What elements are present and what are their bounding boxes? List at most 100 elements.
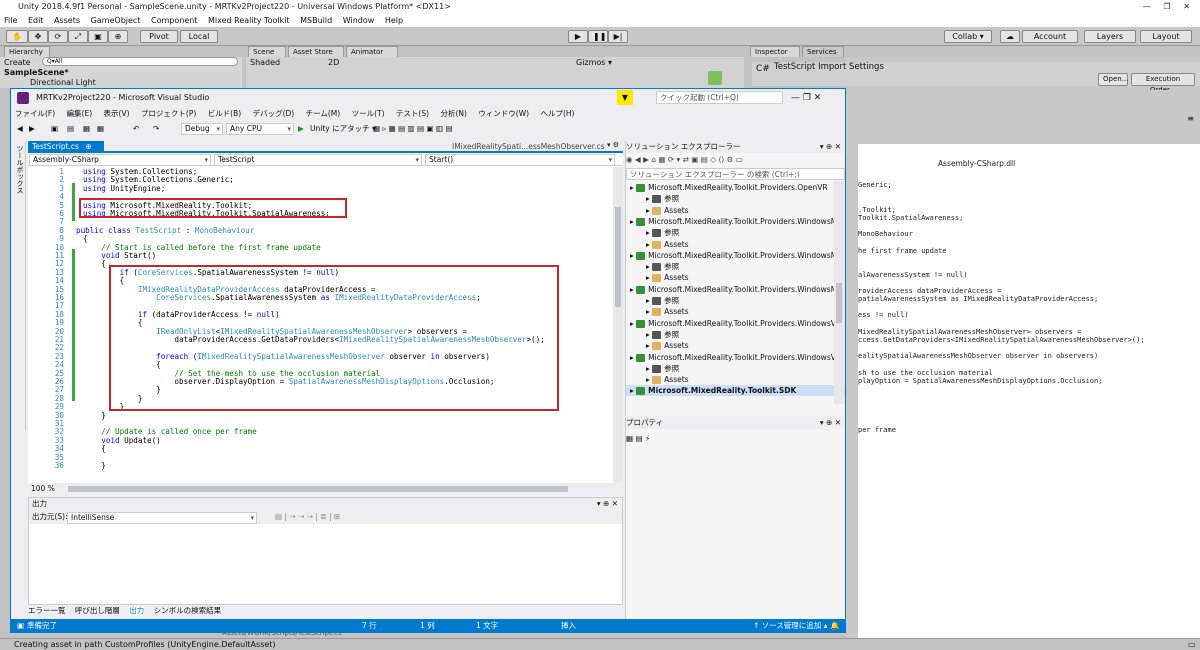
play-icon[interactable]: ▶: [568, 30, 588, 43]
output-tool-icons[interactable]: ▤ | ⇢ ⇢ ⇢ | ≣ | ⊞: [275, 510, 340, 524]
vs-menu-file[interactable]: ファイル(F): [15, 109, 55, 118]
se-references-item[interactable]: ▸ 参照: [626, 329, 845, 340]
directional-light-item[interactable]: Directional Light: [30, 78, 96, 87]
quick-launch[interactable]: クイック起動 (Ctrl+Q): [656, 91, 783, 104]
code-area[interactable]: 1 2 3 4 5 6 7 8 9 10 11 12 13 14 15 16 17 18 19 20 21 22 23 24 2…: [28, 167, 613, 483]
window-controls[interactable]: — ❐ ✕: [1143, 0, 1190, 14]
hierarchy-search[interactable]: Q▾All: [42, 57, 238, 66]
save-icon[interactable]: ▦: [83, 121, 90, 137]
scale-tool-icon[interactable]: ⤢: [68, 30, 88, 43]
feedback-icon[interactable]: ▼: [617, 90, 633, 105]
gizmos-dropdown[interactable]: Gizmos ▾: [576, 58, 612, 67]
se-references-item[interactable]: ▸ 参照: [626, 193, 845, 204]
hierarchy-tab[interactable]: Hierarchy: [4, 46, 50, 57]
layout-dropdown[interactable]: Layout: [1140, 30, 1192, 43]
member-dropdown[interactable]: Start(): [425, 154, 615, 166]
menu-window[interactable]: Window: [343, 16, 375, 25]
scene-name[interactable]: SampleScene*: [4, 68, 69, 77]
pause-icon[interactable]: ❚❚: [588, 30, 608, 43]
se-references-item[interactable]: ▸ 参照: [626, 363, 845, 374]
pivot-toggle[interactable]: Pivot: [140, 30, 178, 43]
scene-gizmo-icon[interactable]: [708, 71, 722, 85]
scroll-thumb[interactable]: [836, 283, 842, 323]
notification-icon[interactable]: 🔔: [830, 619, 839, 633]
se-scrollbar[interactable]: [834, 181, 844, 404]
panel-controls[interactable]: ▾ ⊕ ✕: [820, 141, 841, 152]
toolbar-icons[interactable]: ▦ ▹ ▦ ▤ ▥ ▤ ▣ ▥ ▤: [373, 121, 453, 137]
inspector-menu-icon[interactable]: ≡: [1187, 114, 1194, 123]
menu-file[interactable]: File: [4, 16, 17, 25]
save-all-icon[interactable]: ▦: [97, 121, 104, 137]
se-project-item[interactable]: ▸ Microsoft.MixedReality.Toolkit.Provide…: [626, 284, 845, 295]
layers-dropdown[interactable]: Layers: [1084, 30, 1136, 43]
tab-output[interactable]: 出力: [129, 606, 145, 615]
panel-controls[interactable]: ▾ ⊕ ✕: [820, 417, 841, 428]
se-assets-folder[interactable]: ▸ Assets: [626, 306, 845, 317]
execution-order-button[interactable]: Execution Order...: [1131, 73, 1195, 94]
menu-mrtk[interactable]: Mixed Reality Toolkit: [208, 16, 290, 25]
services-tab[interactable]: Services: [802, 46, 844, 57]
se-references-item[interactable]: ▸ 参照: [626, 261, 845, 272]
horizontal-scrollbar[interactable]: [68, 486, 568, 492]
open-button[interactable]: Open...: [1098, 73, 1128, 86]
2d-toggle[interactable]: 2D: [328, 58, 339, 67]
menu-gameobject[interactable]: GameObject: [91, 16, 141, 25]
tab-list-icon[interactable]: ▾ ⚙: [607, 141, 619, 149]
se-project-item[interactable]: ▸ Microsoft.MixedReality.Toolkit.Provide…: [626, 182, 845, 193]
toolbox-tab[interactable]: ツールボックス: [11, 141, 26, 431]
se-project-item[interactable]: ▸ Microsoft.MixedReality.Toolkit.Provide…: [626, 216, 845, 227]
collab-button[interactable]: Collab ▾: [944, 30, 992, 43]
create-dropdown[interactable]: Create: [4, 58, 31, 67]
se-references-item[interactable]: ▸ 参照: [626, 295, 845, 306]
transform-tool-icon[interactable]: ⊕: [108, 30, 128, 43]
asset-store-tab[interactable]: Asset Store: [288, 46, 344, 57]
source-control-button[interactable]: ↑ ソース管理に追加 ▴: [753, 619, 827, 633]
tab-meshobserver[interactable]: IMixedRealitySpati...essMeshObserver.cs: [448, 141, 609, 153]
scene-tab[interactable]: Scene: [248, 46, 286, 57]
scroll-thumb[interactable]: [615, 207, 621, 307]
se-project-item[interactable]: ▸ Microsoft.MixedReality.Toolkit.SDK: [626, 385, 845, 397]
vs-menu-team[interactable]: チーム(M): [306, 109, 341, 118]
vs-menu-tools[interactable]: ツール(T): [352, 109, 385, 118]
se-assets-folder[interactable]: ▸ Assets: [626, 340, 845, 351]
vs-menu-help[interactable]: ヘルプ(H): [540, 109, 574, 118]
vs-menu-debug[interactable]: デバッグ(D): [253, 109, 295, 118]
vs-menu-test[interactable]: テスト(S): [396, 109, 429, 118]
menu-edit[interactable]: Edit: [28, 16, 44, 25]
se-assets-folder[interactable]: ▸ Assets: [626, 205, 845, 216]
account-dropdown[interactable]: Account: [1022, 30, 1078, 43]
attach-unity-button[interactable]: Unity にアタッチ ▾: [310, 121, 376, 137]
cloud-icon[interactable]: ☁: [1000, 30, 1020, 43]
local-toggle[interactable]: Local: [180, 30, 218, 43]
vs-menu-edit[interactable]: 編集(E): [67, 109, 93, 118]
se-assets-folder[interactable]: ▸ Assets: [626, 239, 845, 250]
se-project-item[interactable]: ▸ Microsoft.MixedReality.Toolkit.Provide…: [626, 318, 845, 329]
platform-dropdown[interactable]: Any CPU: [226, 123, 294, 135]
window-controls[interactable]: — ❐ ✕: [791, 89, 821, 107]
se-assets-folder[interactable]: ▸ Assets: [626, 374, 845, 385]
se-references-item[interactable]: ▸ 参照: [626, 227, 845, 238]
se-search[interactable]: ソリューション エクスプローラー の検索 (Ctrl+;): [626, 168, 845, 180]
zoom-level[interactable]: 100 %: [31, 484, 55, 493]
vs-menu-view[interactable]: 表示(V): [104, 109, 130, 118]
animator-tab[interactable]: Animator: [346, 46, 398, 57]
tab-symbol-results[interactable]: シンボルの検索結果: [154, 606, 222, 615]
vs-menu-window[interactable]: ウィンドウ(W): [478, 109, 529, 118]
rect-tool-icon[interactable]: ▣: [88, 30, 108, 43]
se-project-item[interactable]: ▸ Microsoft.MixedReality.Toolkit.Provide…: [626, 250, 845, 261]
rotate-tool-icon[interactable]: ⟳: [48, 30, 68, 43]
menu-assets[interactable]: Assets: [54, 16, 80, 25]
new-item-icon[interactable]: ▣: [51, 121, 58, 137]
hand-tool-icon[interactable]: ✋: [6, 30, 28, 43]
menu-msbuild[interactable]: MSBuild: [300, 16, 332, 25]
inspector-tab[interactable]: Inspector: [750, 46, 800, 57]
panel-controls[interactable]: ▾ ⊕ ✕: [597, 498, 618, 510]
se-project-item[interactable]: ▸ Microsoft.MixedReality.Toolkit.Provide…: [626, 352, 845, 363]
step-icon[interactable]: ▶|: [608, 30, 628, 43]
open-icon[interactable]: ▤: [67, 121, 74, 137]
shaded-dropdown[interactable]: Shaded: [250, 58, 280, 67]
props-toolbar[interactable]: ▦ ▤ ⚡: [626, 433, 845, 446]
tab-call-hierarchy[interactable]: 呼び出し階層: [75, 606, 120, 615]
editor-scrollbar[interactable]: [613, 167, 623, 483]
se-toolbar[interactable]: ◉ ◀ ▶ ⌂ ▦ ⟳ ▾ ⇄ ▣ ▤ ◇ ⟨⟩ ⚙ ▭: [626, 154, 845, 167]
